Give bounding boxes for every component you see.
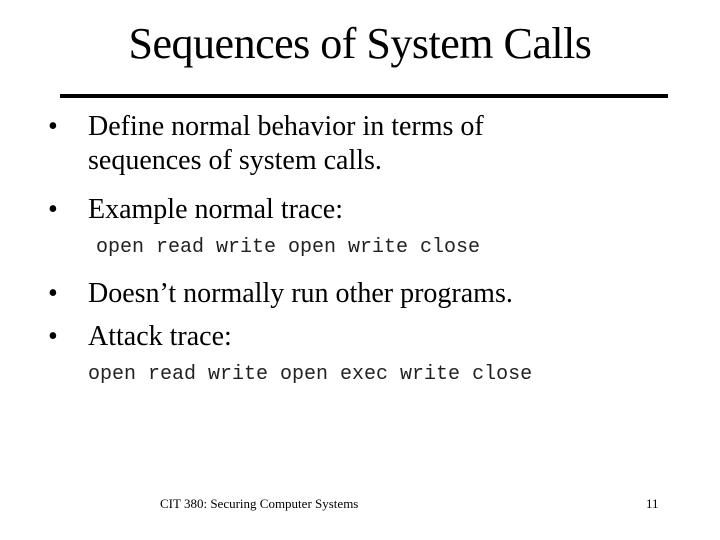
bullet-text: Attack trace: [88, 321, 232, 352]
bullet-line: Define normal behavior in terms of [88, 111, 484, 142]
bullet-text: Example normal trace: [88, 194, 343, 225]
bullet-icon: • [48, 321, 58, 352]
footer-course-title: CIT 380: Securing Computer Systems [160, 496, 359, 511]
bullet-icon: • [48, 278, 58, 309]
bullet-icon: • [48, 111, 58, 142]
slide: Sequences of System Calls • Define norma… [0, 0, 720, 540]
bullet-text: Doesn’t normally run other programs. [88, 278, 513, 309]
bullet-icon: • [48, 194, 58, 225]
bullet-line: sequences of system calls. [88, 145, 382, 176]
bullet-text: Define normal behavior in terms of seque… [88, 110, 484, 178]
title-rule [60, 94, 668, 98]
normal-trace-code: open read write open write close [96, 236, 481, 259]
page-number: 11 [646, 496, 659, 511]
attack-trace-code: open read write open exec write close [88, 363, 533, 386]
slide-title: Sequences of System Calls [128, 19, 592, 68]
